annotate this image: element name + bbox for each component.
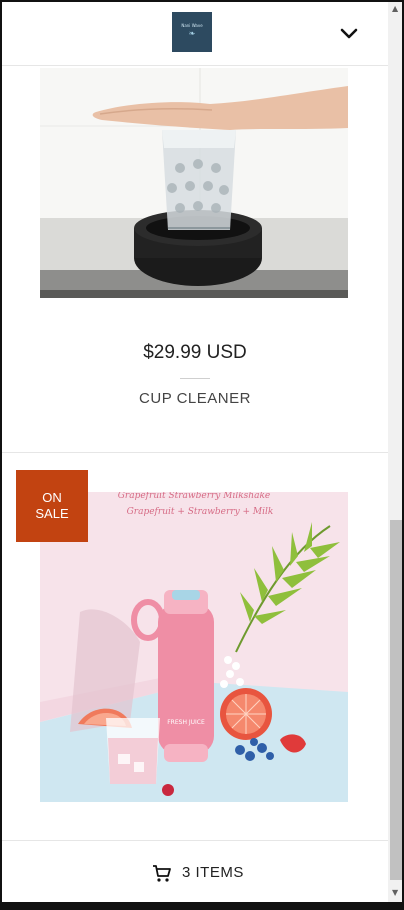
- scrollbar-thumb[interactable]: [390, 520, 402, 880]
- header: Nani Wave ❧: [2, 2, 388, 66]
- cart-items-count[interactable]: 3 ITEMS: [182, 864, 244, 881]
- product-title[interactable]: CUP CLEANER: [2, 390, 388, 407]
- bottle-label: FRESH JUICE: [167, 719, 205, 726]
- scrollbar[interactable]: ▲ ▼: [388, 2, 402, 902]
- cart-icon[interactable]: [152, 863, 172, 883]
- sale-badge-line2: SALE: [35, 506, 69, 521]
- scroll-up-icon[interactable]: ▲: [392, 4, 398, 13]
- page-frame: Nani Wave ❧ $29.99 USD CUP CLEANER ON SA…: [0, 0, 404, 910]
- logo-text: Nani Wave: [181, 23, 203, 28]
- price-divider: [180, 378, 210, 379]
- scroll-down-icon[interactable]: ▼: [392, 888, 398, 897]
- sale-badge: ON SALE: [16, 470, 88, 542]
- product-price: $29.99 USD: [143, 342, 247, 363]
- sale-badge-line1: ON: [42, 490, 62, 505]
- cart-bar[interactable]: 3 ITEMS: [2, 840, 388, 902]
- product-divider: [2, 452, 388, 453]
- chevron-down-icon[interactable]: [338, 22, 360, 44]
- store-logo[interactable]: Nani Wave ❧: [172, 12, 212, 52]
- image-caption-line2: Grapefruit + Strawberry + Milk: [127, 507, 274, 517]
- product-image-cup-cleaner[interactable]: [40, 68, 348, 298]
- leaf-icon: ❧: [188, 29, 196, 38]
- image-caption-line1: Grapefruit Strawberry Milkshake: [118, 492, 271, 501]
